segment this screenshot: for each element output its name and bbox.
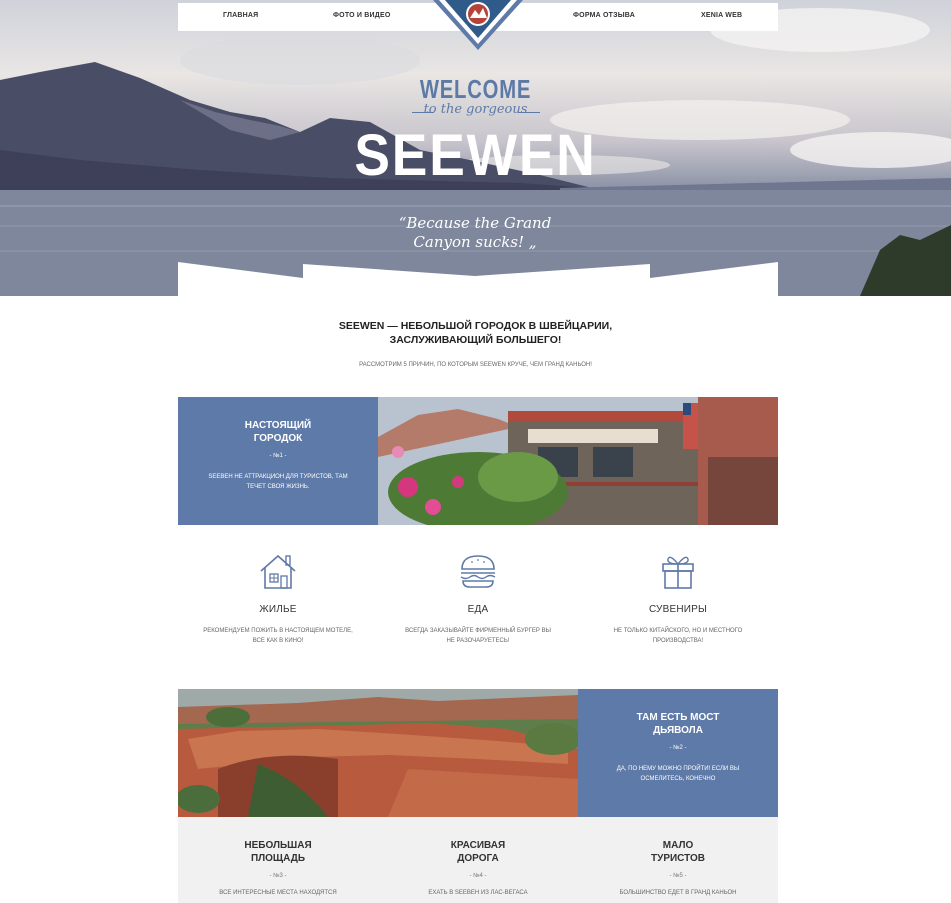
reason-2-title-line2: ДЬЯВОЛА bbox=[653, 725, 703, 736]
devils-bridge-photo bbox=[178, 689, 578, 817]
feature-souvenirs-text-line1: НЕ ТОЛЬКО КИТАЙСКОГО, НО И МЕСТНОГО bbox=[613, 628, 743, 634]
reason-4-title-line1: КРАСИВАЯ bbox=[450, 840, 506, 851]
reason-3-card: НЕБОЛЬШАЯ ПЛОЩАДЬ - №3 - ВСЕ ИНТЕРЕСНЫЕ … bbox=[178, 839, 378, 896]
nav-link-xenia-web[interactable]: XENIA WEB bbox=[701, 12, 742, 19]
intro-title-line2: ЗАСЛУЖИВАЮЩИЙ БОЛЬШЕГО! bbox=[389, 334, 562, 346]
reason-2-title-line1: ТАМ ЕСТЬ МОСТ bbox=[636, 712, 720, 723]
city-logo[interactable] bbox=[433, 0, 523, 52]
feature-housing-text-line1: РЕКОМЕНДУЕМ ПОЖИТЬ В НАСТОЯЩЕМ МОТЕЛЕ, bbox=[203, 628, 353, 634]
city-seal-icon bbox=[433, 0, 523, 50]
hero-banner: ГЛАВНАЯ ФОТО И ВИДЕО ФОРМА ОТЗЫВА XENIA … bbox=[0, 0, 951, 296]
feature-food-title: ЕДА bbox=[467, 604, 489, 615]
reason-3-title-line1: НЕБОЛЬШАЯ bbox=[244, 840, 312, 851]
welcome-heading: WELCOME bbox=[419, 74, 532, 104]
reason-1-card: НАСТОЯЩИЙ ГОРОДОК - №1 - SEEВЕН НЕ АТТРА… bbox=[178, 397, 378, 525]
reasons-grid: НЕБОЛЬШАЯ ПЛОЩАДЬ - №3 - ВСЕ ИНТЕРЕСНЫЕ … bbox=[178, 817, 778, 903]
feature-souvenirs: СУВЕНИРЫ НЕ ТОЛЬКО КИТАЙСКОГО, НО И МЕСТ… bbox=[578, 552, 778, 646]
reason-4-text: ЕХАТЬ В SEEВЕН ИЗ ЛАС-ВЕГАСА bbox=[428, 890, 528, 896]
hero-quote-line1: “Because the Grand bbox=[398, 214, 552, 232]
reason-2-text: ДА, ПО НЕМУ МОЖНО ПРОЙТИ! ЕСЛИ ВЫ ОСМЕЛИ… bbox=[578, 764, 778, 784]
feature-food-text-line2: НЕ РАЗОЧАРУЕТЕСЬ! bbox=[446, 638, 510, 644]
reason-4-title-line2: ДОРОГА bbox=[457, 853, 499, 864]
reason-3-title-line2: ПЛОЩАДЬ bbox=[250, 853, 306, 864]
reason-3-text: ВСЕ ИНТЕРЕСНЫЕ МЕСТА НАХОДЯТСЯ bbox=[219, 890, 337, 896]
nav-link-home[interactable]: ГЛАВНАЯ bbox=[223, 12, 258, 19]
reason-3-number: - №3 - bbox=[269, 873, 287, 879]
reason-5-number: - №5 - bbox=[669, 873, 687, 879]
feature-housing-title: ЖИЛЬЕ bbox=[259, 604, 297, 615]
feature-food-text: ВСЕГДА ЗАКАЗЫВАЙТЕ ФИРМЕННЫЙ БУРГЕР ВЫ Н… bbox=[378, 626, 578, 646]
hero-subtitle: to the gorgeous bbox=[423, 102, 528, 117]
feature-souvenirs-text-line2: ПРОИЗВОДСТВА! bbox=[652, 638, 704, 644]
reason-1-title-line2: ГОРОДОК bbox=[253, 433, 303, 444]
town-street-photo bbox=[378, 397, 778, 525]
nav-link-photo-video[interactable]: ФОТО И ВИДЕО bbox=[333, 12, 390, 19]
reason-2-number: - №2 - bbox=[669, 745, 687, 751]
hero-quote-line2: Canyon sucks! „ bbox=[413, 233, 537, 251]
reason-5-title-line2: ТУРИСТОВ bbox=[650, 853, 706, 864]
feature-souvenirs-title: СУВЕНИРЫ bbox=[648, 604, 708, 615]
gift-icon bbox=[662, 556, 694, 589]
reason-4-number: - №4 - bbox=[469, 873, 487, 879]
intro-title-line1: SEEWEN — НЕБОЛЬШОЙ ГОРОДОК В ШВЕЙЦАРИИ, bbox=[338, 320, 613, 332]
intro-title: SEEWEN — НЕБОЛЬШОЙ ГОРОДОК В ШВЕЙЦАРИИ, … bbox=[300, 319, 651, 347]
reason-5-text: БОЛЬШИНСТВО ЕДЕТ В ГРАНД КАНЬОН bbox=[619, 890, 737, 896]
reason-1-text-line1: SEEВЕН НЕ АТТРАКЦИОН ДЛЯ ТУРИСТОВ, ТАМ bbox=[208, 474, 348, 480]
intro-subtitle: РАССМОТРИМ 5 ПРИЧИН, ПО КОТОРЫМ SEEWEN К… bbox=[359, 362, 592, 368]
feature-housing-text: РЕКОМЕНДУЕМ ПОЖИТЬ В НАСТОЯЩЕМ МОТЕЛЕ, В… bbox=[178, 626, 378, 646]
reason-2-card: ТАМ ЕСТЬ МОСТ ДЬЯВОЛА - №2 - ДА, ПО НЕМУ… bbox=[578, 689, 778, 817]
reason-5-title-line1: МАЛО bbox=[662, 840, 694, 851]
reason-5-card: МАЛО ТУРИСТОВ - №5 - БОЛЬШИНСТВО ЕДЕТ В … bbox=[578, 839, 778, 896]
feature-food: ЕДА ВСЕГДА ЗАКАЗЫВАЙТЕ ФИРМЕННЫЙ БУРГЕР … bbox=[378, 552, 578, 646]
reason-1-text-line2: ТЕЧЕТ СВОЯ ЖИЗНЬ. bbox=[246, 484, 310, 490]
nav-link-feedback-form[interactable]: ФОРМА ОТЗЫВА bbox=[573, 12, 635, 19]
reason-4-card: КРАСИВАЯ ДОРОГА - №4 - ЕХАТЬ В SEEВЕН ИЗ… bbox=[378, 839, 578, 896]
reason-2-text-line1: ДА, ПО НЕМУ МОЖНО ПРОЙТИ! ЕСЛИ ВЫ bbox=[616, 766, 740, 772]
feature-food-text-line1: ВСЕГДА ЗАКАЗЫВАЙТЕ ФИРМЕННЫЙ БУРГЕР ВЫ bbox=[405, 628, 551, 634]
reason-1-text: SEEВЕН НЕ АТТРАКЦИОН ДЛЯ ТУРИСТОВ, ТАМ Т… bbox=[178, 472, 378, 492]
reason-1-title-line1: НАСТОЯЩИЙ bbox=[244, 420, 312, 431]
feature-housing-text-line2: ВСЕ КАК В КИНО! bbox=[252, 638, 304, 644]
feature-housing: ЖИЛЬЕ РЕКОМЕНДУЕМ ПОЖИТЬ В НАСТОЯЩЕМ МОТ… bbox=[178, 552, 378, 646]
house-icon bbox=[260, 554, 296, 589]
feature-souvenirs-text: НЕ ТОЛЬКО КИТАЙСКОГО, НО И МЕСТНОГО ПРОИ… bbox=[578, 626, 778, 646]
hero-quote: “Because the Grand Canyon sucks! „ bbox=[390, 214, 560, 252]
burger-icon bbox=[460, 555, 496, 588]
reason-2-text-line2: ОСМЕЛИТЕСЬ, КОНЕЧНО bbox=[640, 776, 716, 782]
reason-1-number: - №1 - bbox=[269, 453, 287, 459]
hero-town-name: SEEWEN bbox=[354, 123, 597, 188]
